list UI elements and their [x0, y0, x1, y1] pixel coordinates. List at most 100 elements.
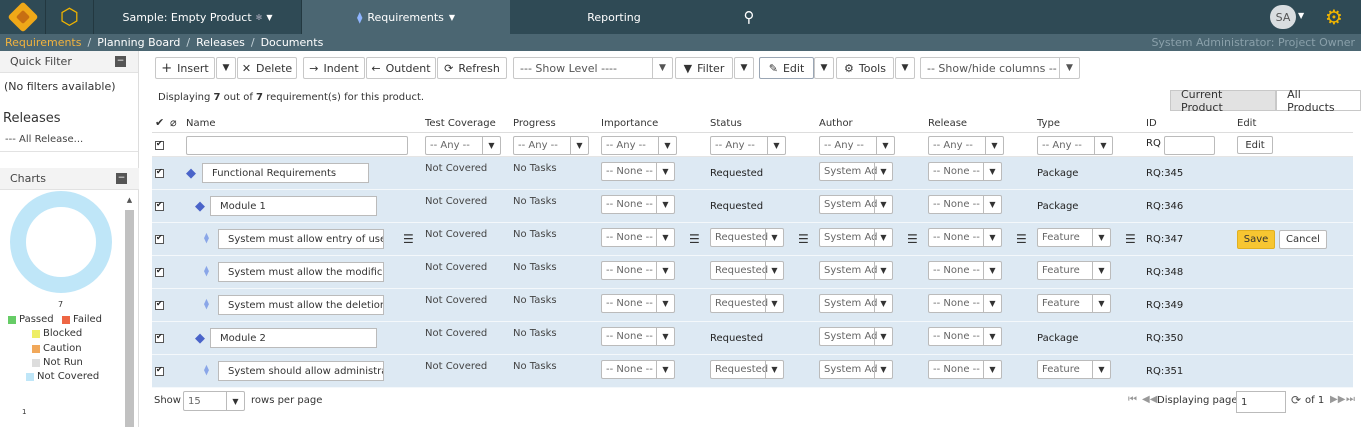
requirement-id[interactable]: RQ:347	[1146, 234, 1183, 245]
list-icon[interactable]: ☰	[798, 232, 809, 246]
legend-passed[interactable]: Passed	[8, 314, 54, 325]
requirement-name-field[interactable]: System should allow administrators	[218, 361, 384, 381]
author-select[interactable]: System Administrator▼	[819, 327, 893, 346]
legend-failed[interactable]: Failed	[62, 314, 102, 325]
author-filter-select[interactable]: -- Any -- ▼	[819, 136, 895, 155]
chevron-down-icon[interactable]: ▼	[1298, 11, 1304, 20]
search-icon[interactable]: ⚲	[718, 0, 780, 34]
filter-dropdown-button[interactable]: ▼	[734, 57, 754, 79]
requirement-id[interactable]: RQ:346	[1146, 201, 1183, 212]
type-select[interactable]: Feature ▼	[1037, 261, 1111, 280]
status-select[interactable]: Requested ▼	[710, 360, 784, 379]
importance-select[interactable]: -- None -- ▼	[601, 228, 675, 247]
id-filter-input[interactable]	[1164, 136, 1215, 155]
requirement-id[interactable]: RQ:350	[1146, 333, 1183, 344]
requirement-name-field[interactable]: System must allow the deletion of users	[218, 295, 384, 315]
filter-button[interactable]: ▼ Filter	[675, 57, 733, 79]
type-filter-select[interactable]: -- Any -- ▼	[1037, 136, 1113, 155]
rows-per-page-select[interactable]: 15 ▼	[183, 391, 245, 411]
author-select[interactable]: System Administrator▼	[819, 195, 893, 214]
scroll-thumb[interactable]	[125, 210, 134, 427]
requirement-name-field[interactable]: Module 2	[210, 328, 377, 348]
type-select[interactable]: Feature ▼	[1037, 228, 1111, 247]
release-select[interactable]: -- None -- ▼	[928, 228, 1002, 247]
column-header-importance[interactable]: Importance	[601, 118, 658, 129]
filter-edit-button[interactable]: Edit	[1237, 136, 1273, 154]
all-products-button[interactable]: All Products	[1276, 88, 1361, 114]
filter-row-checkbox[interactable]	[155, 139, 164, 150]
author-select[interactable]: System Administrator▼	[819, 360, 893, 379]
author-select[interactable]: System Administrator▼	[819, 228, 893, 247]
breadcrumb-releases[interactable]: Releases	[196, 36, 245, 49]
collapse-icon[interactable]: −	[116, 173, 127, 184]
first-page-icon[interactable]: ⏮	[1128, 394, 1137, 405]
column-header-progress[interactable]: Progress	[513, 118, 556, 129]
gear-icon[interactable]: ⚙	[1318, 3, 1350, 31]
column-header-status[interactable]: Status	[710, 118, 742, 129]
current-product-button[interactable]: Current Product	[1170, 88, 1277, 114]
requirement-id[interactable]: RQ:348	[1146, 267, 1183, 278]
release-select[interactable]: -- None -- ▼	[928, 261, 1002, 280]
row-checkbox[interactable]	[155, 332, 164, 343]
requirement-id[interactable]: RQ:349	[1146, 300, 1183, 311]
cancel-button[interactable]: Cancel	[1279, 230, 1327, 249]
row-checkbox[interactable]	[155, 266, 164, 277]
status-select[interactable]: Requested ▼	[710, 261, 784, 280]
column-header-test-coverage[interactable]: Test Coverage	[425, 118, 496, 129]
requirement-name-field[interactable]: System must allow entry of users	[218, 229, 384, 249]
edit-dropdown-button[interactable]: ▼	[814, 57, 834, 79]
author-select[interactable]: System Administrator▼	[819, 162, 893, 181]
app-logo[interactable]	[0, 0, 46, 34]
show-level-select[interactable]: --- Show Level ---- ▼	[513, 57, 673, 79]
release-select[interactable]: -- None -- ▼	[928, 327, 1002, 346]
requirement-name-field[interactable]: Module 1	[210, 196, 377, 216]
status-select[interactable]: Requested ▼	[710, 228, 784, 247]
importance-filter-select[interactable]: -- Any -- ▼	[601, 136, 677, 155]
row-checkbox[interactable]	[155, 167, 164, 178]
breadcrumb-requirements[interactable]: Requirements	[5, 36, 81, 49]
release-select[interactable]: -- None -- ▼	[928, 195, 1002, 214]
author-select[interactable]: System Administrator▼	[819, 294, 893, 313]
last-page-icon[interactable]: ⏭	[1346, 394, 1355, 405]
list-icon[interactable]: ☰	[689, 232, 700, 246]
hexagon-icon[interactable]: ⬡	[46, 0, 94, 34]
product-selector[interactable]: Sample: Empty Product ✻ ▼	[94, 0, 302, 34]
list-icon[interactable]: ☰	[403, 232, 414, 246]
tools-button[interactable]: ⚙ Tools	[836, 57, 894, 79]
scroll-up-icon[interactable]: ▲	[124, 196, 135, 206]
tab-requirements[interactable]: ⧫ Requirements ▼	[302, 0, 510, 34]
table-row[interactable]: ⧫ System should allow administrators Not…	[152, 355, 1353, 388]
select-all-check-icon[interactable]: ✔	[155, 116, 164, 129]
all-releases-item[interactable]: --- All Release...	[0, 126, 138, 152]
table-row[interactable]: ◆ Functional Requirements Not Covered No…	[152, 157, 1353, 190]
release-select[interactable]: -- None -- ▼	[928, 360, 1002, 379]
importance-select[interactable]: -- None -- ▼	[601, 261, 675, 280]
coverage-filter-select[interactable]: -- Any -- ▼	[425, 136, 501, 155]
name-filter-input[interactable]	[186, 136, 408, 155]
edit-button[interactable]: ✎ Edit	[759, 57, 814, 79]
delete-button[interactable]: ✕ Delete	[237, 57, 297, 79]
next-page-icon[interactable]: ▶▶	[1330, 394, 1345, 405]
list-icon[interactable]: ☰	[907, 232, 918, 246]
collapse-icon[interactable]: −	[115, 56, 126, 67]
legend-caution[interactable]: Caution	[32, 343, 82, 354]
table-row[interactable]: ⧫ System must allow the modification of …	[152, 256, 1353, 289]
outdent-button[interactable]: ← Outdent	[366, 57, 436, 79]
release-filter-select[interactable]: -- Any -- ▼	[928, 136, 1004, 155]
tab-reporting[interactable]: Reporting	[510, 0, 718, 34]
requirement-name-field[interactable]: Functional Requirements	[202, 163, 369, 183]
list-icon[interactable]: ☰	[1125, 232, 1136, 246]
row-checkbox[interactable]	[155, 299, 164, 310]
insert-button[interactable]: + Insert	[155, 57, 215, 79]
page-number-input[interactable]: 1	[1236, 391, 1286, 413]
legend-not-covered[interactable]: Not Covered	[26, 371, 99, 382]
tools-dropdown-button[interactable]: ▼	[895, 57, 915, 79]
row-checkbox[interactable]	[155, 233, 164, 244]
requirement-id[interactable]: RQ:345	[1146, 168, 1183, 179]
release-select[interactable]: -- None -- ▼	[928, 294, 1002, 313]
indent-button[interactable]: → Indent	[303, 57, 365, 79]
importance-select[interactable]: -- None -- ▼	[601, 162, 675, 181]
legend-not-run[interactable]: Not Run	[32, 357, 83, 368]
status-filter-select[interactable]: -- Any -- ▼	[710, 136, 786, 155]
previous-page-icon[interactable]: ◀◀	[1142, 394, 1157, 405]
